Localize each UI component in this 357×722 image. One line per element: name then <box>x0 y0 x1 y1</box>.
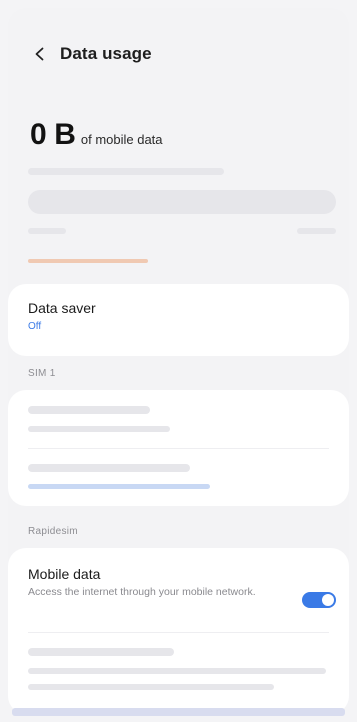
usage-warning-bar <box>28 259 148 263</box>
divider <box>28 448 329 449</box>
usage-summary: 0 B of mobile data <box>30 118 163 152</box>
carrier-section-label: Rapidesim <box>28 526 78 537</box>
data-saver-card[interactable]: Data saver Off <box>8 284 349 356</box>
toggle-knob <box>322 594 334 606</box>
loading-placeholder-line <box>28 668 326 674</box>
loading-placeholder-line <box>28 426 170 432</box>
chevron-left-icon <box>35 47 44 61</box>
loading-placeholder-line <box>28 464 190 472</box>
page-title: Data usage <box>60 44 152 63</box>
usage-unit: B <box>54 118 76 151</box>
mobile-data-toggle[interactable] <box>302 592 336 608</box>
sim-usage-card <box>8 390 349 506</box>
usage-value: 0 <box>30 118 47 151</box>
loading-placeholder-line <box>28 648 174 656</box>
loading-placeholder-tick-left <box>28 228 66 234</box>
back-button[interactable] <box>22 36 58 72</box>
loading-placeholder-line-accent <box>28 484 210 489</box>
sim-section-label: SIM 1 <box>28 368 56 379</box>
bottom-strip <box>12 708 345 716</box>
data-usage-screen: Data usage 0 B of mobile data Data saver… <box>8 8 349 714</box>
usage-caption: of mobile data <box>80 132 163 147</box>
loading-placeholder-tick-right <box>297 228 336 234</box>
data-saver-status: Off <box>28 321 42 332</box>
top-app-bar: Data usage <box>8 36 349 72</box>
mobile-data-title: Mobile data <box>28 566 101 582</box>
loading-placeholder-line <box>28 406 150 414</box>
mobile-data-description: Access the internet through your mobile … <box>28 586 256 598</box>
data-saver-title: Data saver <box>28 300 96 316</box>
loading-placeholder-line <box>28 168 224 175</box>
loading-placeholder-line <box>28 684 274 690</box>
divider <box>28 632 329 633</box>
mobile-data-card: Mobile data Access the internet through … <box>8 548 349 714</box>
loading-placeholder-bar <box>28 190 336 214</box>
